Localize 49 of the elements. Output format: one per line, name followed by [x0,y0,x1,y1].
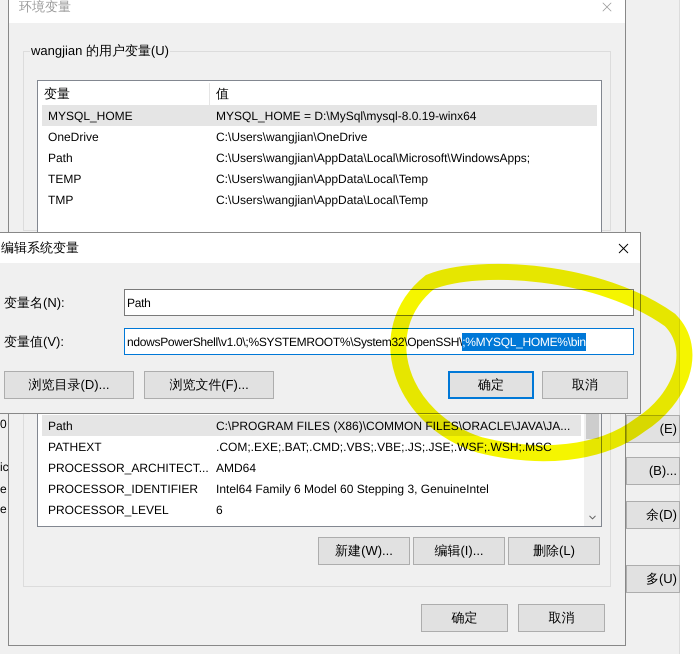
window-title: 环境变量 [19,0,71,16]
variable-value: AMD64 [215,460,258,476]
dialog-button[interactable]: 删除(L) [508,537,600,565]
variable-value: 6 [215,502,224,518]
text-fragment: 0 [0,416,7,433]
variable-value: MYSQL_HOME = D:\MySql\mysql-8.0.19-winx64 [215,108,478,124]
background-button[interactable]: 多(U) [626,565,680,593]
text-field[interactable]: Path [124,289,634,316]
dialog-title: 编辑系统变量 [1,239,79,258]
list-row[interactable]: PROCESSOR_LEVEL 6 [42,499,581,520]
dialog-button[interactable]: 新建(W)... [318,537,410,565]
variable-name: PROCESSOR_LEVEL [47,502,170,518]
text-fragment: e [0,481,7,498]
variable-name: TEMP [47,170,82,188]
list-row[interactable]: TMP C:\Users\wangjian\AppData\Local\Temp [42,189,597,210]
group-label: wangjian 的用户变量(U) [30,43,170,59]
background-button[interactable]: (B)... [626,457,680,485]
dialog-button[interactable]: 浏览文件(F)... [144,371,274,399]
variable-name: Path [47,150,74,166]
column-header[interactable]: 值 [210,84,235,104]
variable-value: Intel64 Family 6 Model 60 Stepping 3, GenuineIntel [215,480,490,498]
variable-value: C:\Users\wangjian\AppData\Local\Temp [215,192,430,208]
dialog-button[interactable]: 编辑(I)... [413,537,505,565]
dialog-button[interactable]: 取消 [542,371,628,399]
variable-name: MYSQL_HOME [47,108,134,124]
variable-name: TMP [47,192,74,208]
list-row[interactable]: PROCESSOR_ARCHITECT... AMD64 [42,457,581,478]
text-fragment: ic [0,459,9,476]
list-row[interactable]: Path C:\Users\wangjian\AppData\Local\Microsoft\WindowsApps; [42,147,597,168]
list-row[interactable]: OneDrive C:\Users\wangjian\OneDrive [42,126,597,147]
background-button[interactable]: 余(D) [626,501,680,529]
dialog-button[interactable]: 确定 [421,604,508,632]
variable-name: Path [47,418,74,434]
list-row[interactable]: PROCESSOR_IDENTIFIER Intel64 Family 6 Model 60 Stepping 3, GenuineIntel [42,478,581,499]
variable-value: C:\Users\wangjian\AppData\Local\Microsoft\WindowsApps; [215,150,532,166]
text-fragment: e [0,501,7,518]
variable-name: PATHEXT [47,438,103,456]
dialog-button[interactable]: 确定 [448,371,534,399]
list-row[interactable]: TEMP C:\Users\wangjian\AppData\Local\Temp [42,168,597,189]
variable-name: OneDrive [47,128,100,146]
variable-value: C:\Users\wangjian\AppData\Local\Temp [215,170,430,188]
field-label: 变量名(N): [4,294,66,312]
list-row[interactable]: MYSQL_HOME MYSQL_HOME = D:\MySql\mysql-8.0.19-winx64 [42,105,597,126]
variable-value: C:\Users\wangjian\OneDrive [215,128,368,146]
field-label: 变量值(V): [4,332,65,351]
dialog-button[interactable]: 浏览目录(D)... [4,371,134,399]
variable-name: PROCESSOR_ARCHITECT... [47,460,210,476]
variable-name: PROCESSOR_IDENTIFIER [47,480,200,498]
dialog-button[interactable]: 取消 [518,604,605,632]
